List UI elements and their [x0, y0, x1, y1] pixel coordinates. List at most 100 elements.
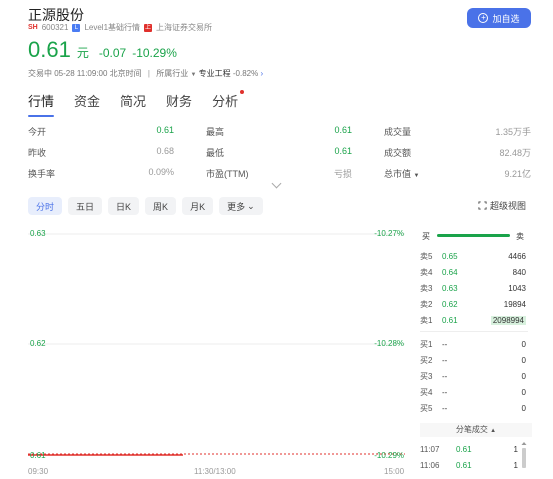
ask-volume: 4466 [508, 251, 526, 261]
industry-caret-icon: ▼ [190, 72, 197, 78]
bid-row: 买4 -- 0 [420, 386, 526, 398]
price-unit: 元 [76, 46, 89, 60]
ask-row: 卖5 0.65 4466 [420, 250, 526, 262]
ask-level: 卖1 [420, 315, 433, 325]
tab-bar: 行情 资金 简况 财务 分析 [28, 90, 245, 117]
tick-volume: 1 [513, 461, 518, 470]
stat-value: 9.21亿 [504, 169, 531, 179]
chip-weekly[interactable]: 周K [145, 197, 177, 215]
ticks-header-label: 分笔成交 [455, 425, 488, 434]
chip-intraday[interactable]: 分时 [28, 197, 63, 215]
ask-volume: 1043 [508, 283, 526, 293]
current-price: 0.61 [28, 37, 71, 62]
chip-5day[interactable]: 五日 [68, 197, 103, 215]
x-axis-label: 15:00 [384, 467, 405, 476]
stock-meta: SH 600321 L Level1基础行情 上 上海证券交易所 [28, 22, 212, 33]
bid-volume: 0 [521, 339, 526, 349]
ask-price: 0.64 [442, 267, 458, 277]
stat-label: 市盈(TTM) [206, 169, 249, 179]
stock-code: 600321 [41, 23, 69, 32]
bid-price: -- [442, 387, 448, 397]
y-axis-label: 0.63 [30, 229, 46, 238]
tab-funds[interactable]: 资金 [74, 91, 100, 115]
tick-volume: 1 [513, 445, 518, 454]
scroll-up-icon[interactable] [521, 442, 527, 445]
stat-label: 今开 [28, 127, 47, 137]
tab-finance[interactable]: 财务 [166, 91, 192, 115]
add-watchlist-button[interactable]: + 加自选 [467, 8, 531, 28]
caret-up-icon: ▲ [490, 428, 497, 434]
pct-axis-label: -10.28% [374, 339, 404, 348]
ask-price: 0.61 [442, 315, 458, 325]
industry-label: 所属行业 [156, 69, 189, 78]
buy-label: 买 [422, 232, 430, 241]
notification-dot [240, 90, 245, 94]
ticks-header[interactable]: 分笔成交 ▲ [420, 423, 532, 437]
chevron-down-icon: ⌄ [247, 200, 255, 211]
stats-col-2: 最高 0.61 最低 0.61 市盈(TTM) 亏损 [206, 125, 352, 188]
level-tag: Level1基础行情 [84, 23, 141, 32]
ticks-scrollbar[interactable] [521, 441, 527, 479]
x-axis-label: 09:30 [28, 467, 49, 476]
expand-icon [478, 201, 487, 210]
tick-price: 0.61 [456, 445, 472, 454]
ask-price: 0.65 [442, 251, 458, 261]
stat-label: 成交量 [384, 127, 412, 137]
ask-level: 卖2 [420, 299, 433, 309]
bid-row: 买3 -- 0 [420, 370, 526, 382]
price-row: 0.61 元 -0.07 -10.29% [28, 37, 177, 63]
stat-label: 成交额 [384, 148, 412, 158]
chip-more[interactable]: 更多 ⌄ [219, 197, 263, 215]
chip-daily[interactable]: 日K [108, 197, 140, 215]
stat-label: 最高 [206, 127, 225, 137]
chip-more-label: 更多 [227, 201, 246, 212]
buy-sell-ratio-bar [437, 234, 510, 237]
tab-quote[interactable]: 行情 [28, 91, 55, 117]
ask-price: 0.62 [442, 299, 458, 309]
tab-analysis-label: 分析 [212, 94, 239, 109]
tick-time: 11:07 [420, 445, 440, 454]
ask-volume: 19894 [503, 299, 526, 309]
bid-volume: 0 [521, 403, 526, 413]
stat-value: 0.68 [156, 146, 174, 156]
bid-row: 买2 -- 0 [420, 354, 526, 366]
ask-row: 卖2 0.62 19894 [420, 298, 526, 310]
bid-volume: 0 [521, 387, 526, 397]
stats-col-1: 今开 0.61 昨收 0.68 换手率 0.09% [28, 125, 174, 188]
market-cap-dropdown[interactable]: 总市值 ▼ [384, 167, 504, 188]
bid-row: 买1 -- 0 [420, 338, 526, 350]
orderbook-divider [420, 331, 528, 332]
tick-price: 0.61 [456, 461, 472, 470]
ask-volume: 2098994 [478, 315, 526, 325]
ask-volume-highlight: 2098994 [490, 315, 526, 325]
y-axis-label: 0.61 [30, 451, 46, 460]
stat-value: 亏损 [333, 169, 352, 179]
y-axis-label: 0.62 [30, 339, 46, 348]
level1-icon: L [72, 23, 81, 32]
scroll-thumb[interactable] [522, 448, 526, 468]
trade-time: 交易中 05-28 11:09:00 北京时间 [28, 69, 142, 78]
ask-price: 0.63 [442, 283, 458, 293]
chip-monthly[interactable]: 月K [182, 197, 214, 215]
stat-value: 0.09% [148, 167, 174, 177]
price-change: -0.07 [98, 46, 127, 60]
ask-volume: 840 [512, 267, 526, 277]
sell-label: 卖 [516, 232, 524, 241]
exchange-icon: 上 [144, 23, 153, 32]
stat-value: 82.48万 [499, 148, 531, 158]
industry-name[interactable]: 专业工程 [199, 69, 231, 78]
chevron-right-icon[interactable]: › [260, 69, 263, 78]
bid-level: 买1 [420, 339, 433, 349]
tab-profile[interactable]: 简况 [120, 91, 146, 115]
bid-price: -- [442, 339, 448, 349]
super-view-button[interactable]: 超级视图 [478, 199, 526, 212]
bid-level: 买5 [420, 403, 433, 413]
pct-axis-label: -10.29% [374, 451, 404, 460]
stat-label: 最低 [206, 148, 225, 158]
tick-time: 11:06 [420, 461, 440, 470]
tab-analysis[interactable]: 分析 [212, 90, 245, 115]
ask-row: 卖3 0.63 1043 [420, 282, 526, 294]
intraday-chart[interactable] [0, 222, 410, 479]
exchange-tag: SH [28, 24, 38, 31]
stat-value: 1.35万手 [495, 127, 531, 137]
